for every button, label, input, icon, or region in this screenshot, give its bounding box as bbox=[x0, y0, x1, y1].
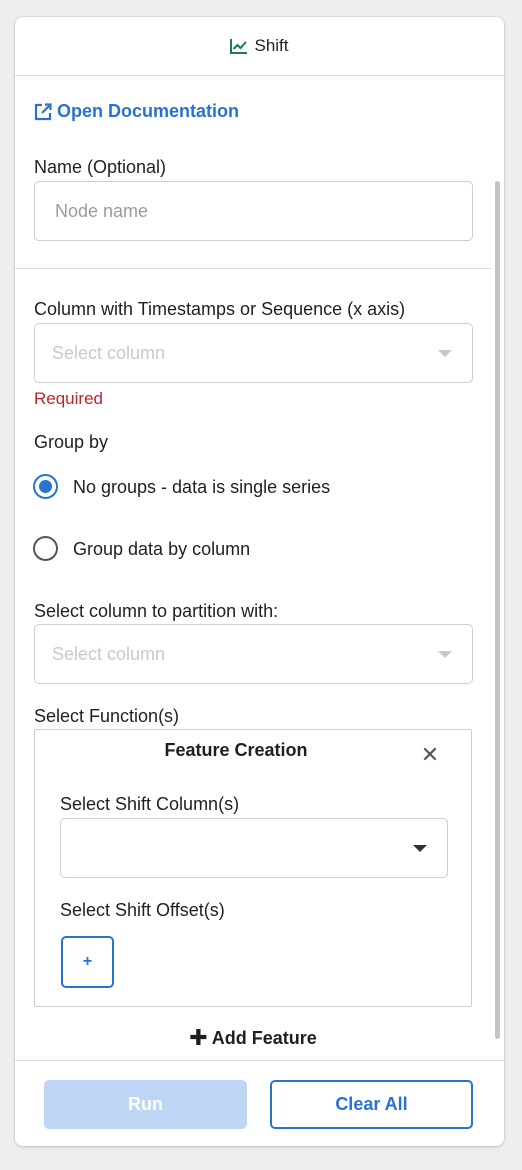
open-documentation-link[interactable]: Open Documentation bbox=[34, 101, 239, 122]
scrollbar[interactable] bbox=[495, 181, 500, 1039]
chevron-down-icon bbox=[438, 651, 452, 658]
chevron-down-icon bbox=[438, 350, 452, 357]
add-feature-label: Add Feature bbox=[211, 1028, 317, 1048]
node-name-placeholder: Node name bbox=[55, 200, 149, 221]
close-icon[interactable]: ✕ bbox=[420, 744, 440, 766]
feature-card-title: Feature Creation bbox=[164, 740, 308, 760]
shift-node-panel: Shift Open Documentation Name (Optional)… bbox=[15, 17, 504, 1146]
x-axis-error: Required bbox=[34, 389, 103, 408]
add-offset-label: + bbox=[82, 953, 93, 970]
open-documentation-label: Open Documentation bbox=[57, 101, 240, 121]
radio-group-by-column[interactable] bbox=[33, 536, 58, 561]
clear-all-button[interactable]: Clear All bbox=[270, 1080, 473, 1129]
add-offset-button[interactable]: + bbox=[61, 936, 114, 988]
external-link-icon bbox=[34, 102, 52, 120]
panel-footer: Run Clear All bbox=[15, 1060, 504, 1146]
shift-columns-label: Select Shift Column(s) bbox=[60, 794, 240, 814]
name-label: Name (Optional) bbox=[34, 157, 167, 177]
partition-label: Select column to partition with: bbox=[34, 601, 279, 621]
x-axis-select[interactable]: Select column bbox=[34, 323, 473, 383]
panel-header: Shift bbox=[15, 17, 504, 76]
shift-columns-select[interactable] bbox=[60, 818, 448, 878]
radio-no-groups-label[interactable]: No groups - data is single series bbox=[73, 477, 330, 498]
clear-all-label: Clear All bbox=[335, 1094, 408, 1114]
chevron-down-icon bbox=[413, 845, 427, 852]
x-axis-label: Column with Timestamps or Sequence (x ax… bbox=[34, 299, 406, 319]
node-name-field[interactable]: Node name bbox=[34, 181, 473, 241]
feature-creation-card: Feature Creation ✕ Select Shift Column(s… bbox=[34, 729, 472, 1007]
shift-offsets-label: Select Shift Offset(s) bbox=[60, 900, 225, 920]
group-by-label: Group by bbox=[34, 432, 109, 452]
partition-select[interactable]: Select column bbox=[34, 624, 473, 684]
add-feature-button[interactable]: ✚ Add Feature bbox=[15, 1025, 491, 1051]
plus-icon: ✚ bbox=[189, 1025, 208, 1050]
run-button[interactable]: Run bbox=[44, 1080, 247, 1129]
radio-group-by-column-label[interactable]: Group data by column bbox=[73, 539, 250, 560]
line-chart-icon bbox=[230, 39, 248, 54]
run-label: Run bbox=[128, 1094, 163, 1114]
radio-no-groups[interactable] bbox=[33, 474, 58, 499]
functions-label: Select Function(s) bbox=[34, 706, 180, 726]
panel-title: Shift bbox=[254, 36, 289, 55]
section-divider bbox=[15, 268, 491, 269]
partition-placeholder: Select column bbox=[52, 643, 166, 664]
x-axis-placeholder: Select column bbox=[52, 342, 166, 363]
